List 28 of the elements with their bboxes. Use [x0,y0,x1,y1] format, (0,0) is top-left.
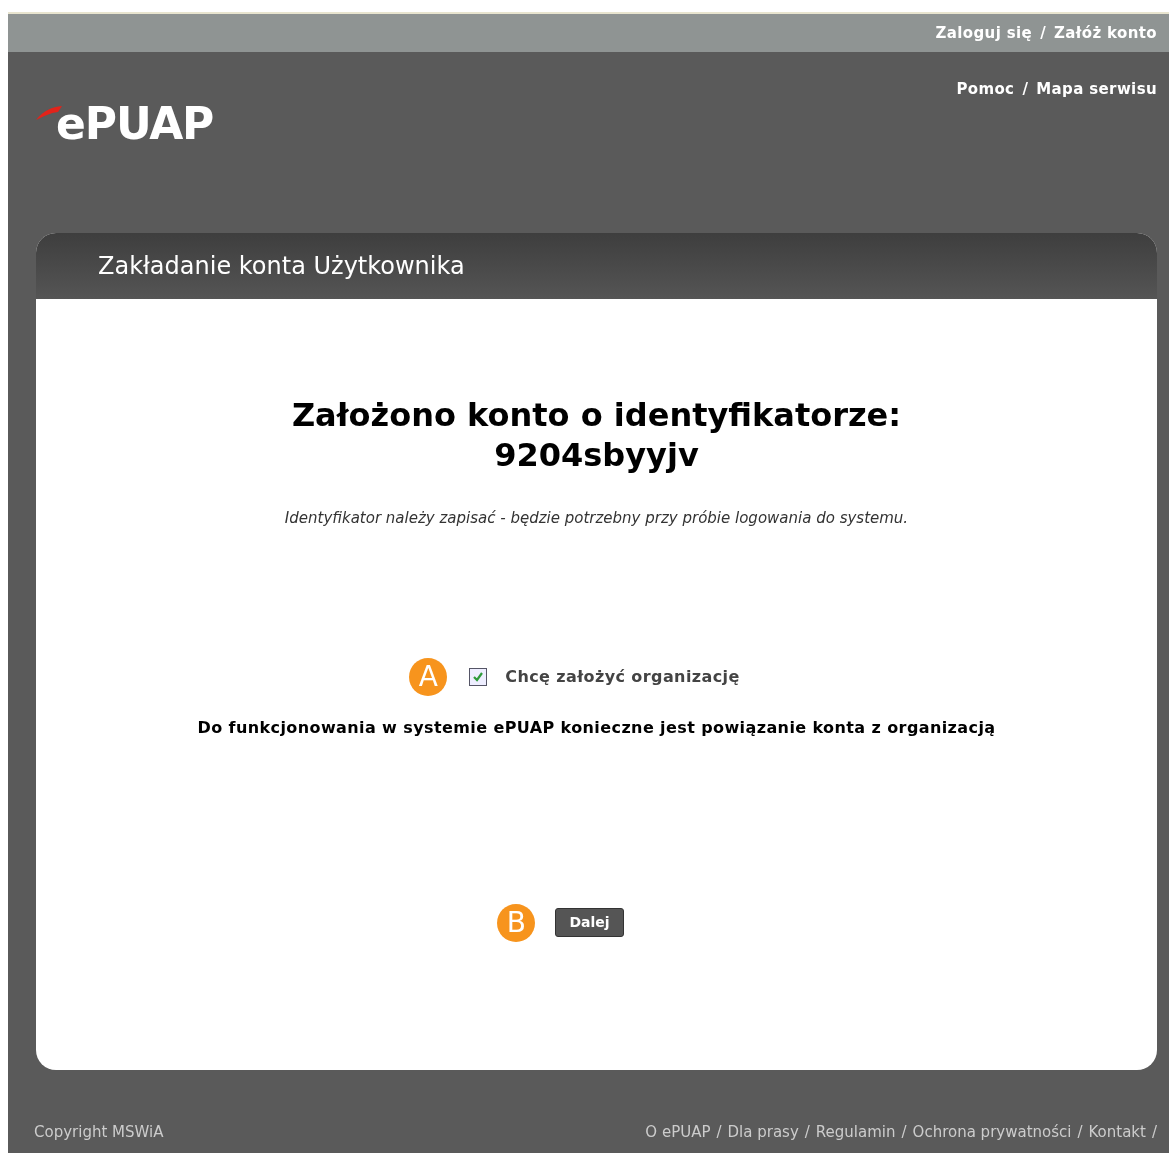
top-link[interactable]: Załóż konto [1054,21,1157,45]
footer-link[interactable]: Kontakt [1088,1120,1146,1143]
footer-link[interactable]: Ochrona prywatności [912,1120,1072,1143]
copyright-text: Copyright MSWiA [34,1121,164,1143]
top-link[interactable]: Zaloguj się [935,21,1033,45]
note-text: Identyfikator należy zapisać - będzie potrzebny przy próbie logowania do systemu. [284,508,909,529]
separator: / [1077,1121,1083,1143]
separator: / [1022,79,1029,100]
next-button[interactable]: Dalej [555,908,624,937]
footer-link[interactable]: O ePUAP [645,1120,711,1143]
separator: / [1151,1121,1157,1143]
info-text: Do funkcjonowania w systemie ePUAP konieczne jest powiązanie konta z organizacją [197,716,996,739]
checkbox-label: Chcę założyć organizację [505,665,740,688]
panel-title: Zakładanie konta Użytkownika [98,251,465,282]
heading: Założono konto o identyfikatorze: 9204sbyyjv [291,395,902,475]
header-link[interactable]: Pomoc [956,78,1015,101]
footer-link[interactable]: Dla prasy [727,1120,799,1143]
logo: ePUAP [36,102,214,146]
separator: / [901,1121,907,1143]
checkmark-icon [472,670,485,683]
separator: / [804,1121,810,1143]
checkbox[interactable] [469,667,488,686]
separator: / [716,1121,722,1143]
footer-link[interactable]: Regulamin [815,1120,896,1143]
annotation-marker: A [409,657,448,696]
separator: / [1040,22,1046,44]
header-link[interactable]: Mapa serwisu [1036,78,1157,101]
annotation-marker: B [497,903,536,942]
